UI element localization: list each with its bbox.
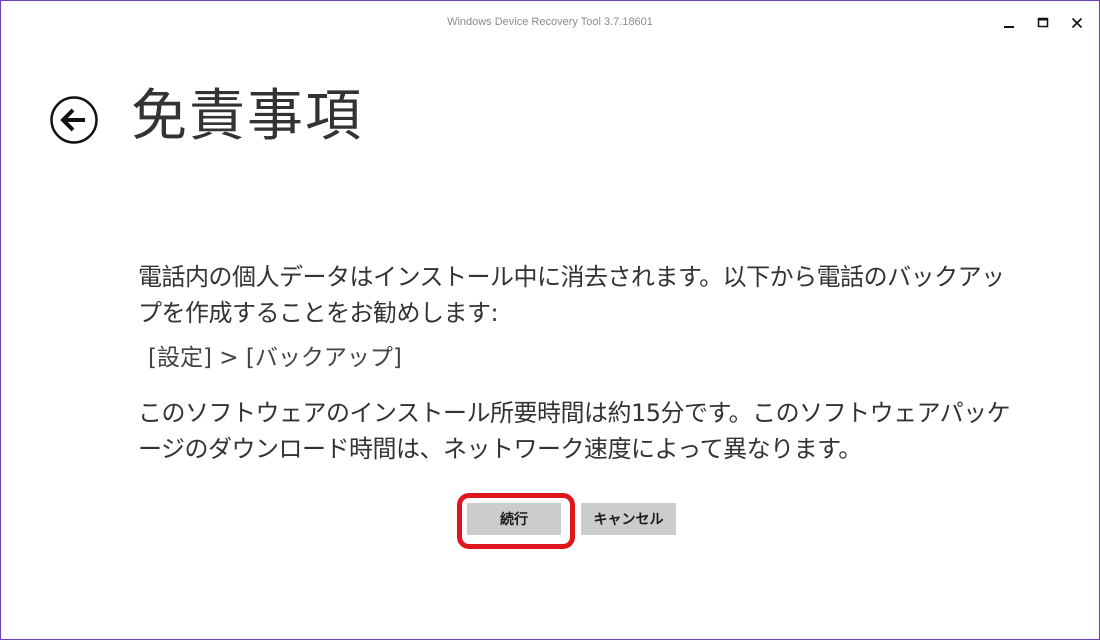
back-arrow-circle-icon <box>50 96 98 144</box>
title-bar: Windows Device Recovery Tool 3.7.18601 <box>1 1 1099 43</box>
disclaimer-content: 電話内の個人データはインストール中に消去されます。以下から電話のバックアップを作… <box>138 259 1018 467</box>
data-erase-warning: 電話内の個人データはインストール中に消去されます。以下から電話のバックアップを作… <box>138 263 1005 327</box>
app-window: Windows Device Recovery Tool 3.7.18601 免… <box>0 0 1100 640</box>
maximize-button[interactable] <box>1027 11 1059 35</box>
cancel-button[interactable]: キャンセル <box>581 503 676 535</box>
continue-button[interactable]: 続行 <box>467 503 561 535</box>
backup-settings-path: [設定] > [バックアップ] <box>148 345 402 371</box>
minimize-icon <box>1004 26 1014 28</box>
maximize-icon <box>1037 17 1049 28</box>
install-time-info: このソフトウェアのインストール所要時間は約15分です。このソフトウェアパッケージ… <box>138 399 1011 463</box>
minimize-button[interactable] <box>993 11 1025 35</box>
back-button[interactable] <box>49 95 99 145</box>
page-title: 免責事項 <box>131 84 363 149</box>
window-title: Windows Device Recovery Tool 3.7.18601 <box>447 16 653 28</box>
close-button[interactable] <box>1061 11 1093 35</box>
close-icon <box>1071 17 1083 29</box>
